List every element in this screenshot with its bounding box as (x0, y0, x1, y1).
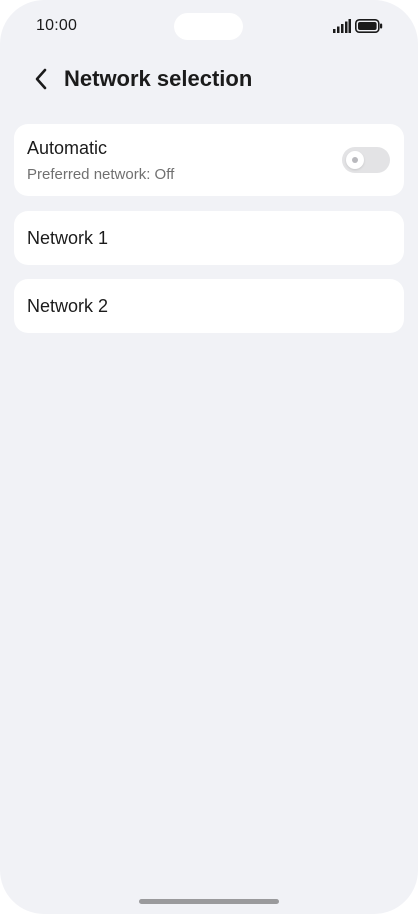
toggle-dot (352, 157, 358, 163)
network-label: Network 2 (27, 296, 109, 316)
chevron-left-icon (35, 68, 47, 90)
preferred-network-status: Preferred network: Off (27, 166, 175, 183)
toggle-knob (346, 151, 364, 169)
signal-bars-icon (333, 19, 351, 33)
camera-notch (174, 13, 243, 40)
network-item-1[interactable]: Network 1 (14, 211, 404, 265)
phone-screen: 10:00 Network selection Automatic Prefer… (0, 0, 418, 914)
network-label: Network 1 (27, 228, 109, 248)
automatic-label: Automatic (27, 138, 108, 158)
status-time: 10:00 (36, 17, 78, 34)
automatic-selection-item[interactable]: Automatic Preferred network: Off (14, 124, 404, 196)
app-header: Network selection (0, 58, 418, 100)
back-button[interactable] (28, 64, 54, 94)
network-item-2[interactable]: Network 2 (14, 279, 404, 333)
automatic-toggle[interactable] (342, 147, 390, 173)
home-indicator[interactable] (139, 899, 279, 904)
battery-icon (355, 19, 383, 33)
status-bar: 10:00 (0, 0, 418, 54)
page-title: Network selection (64, 66, 253, 91)
